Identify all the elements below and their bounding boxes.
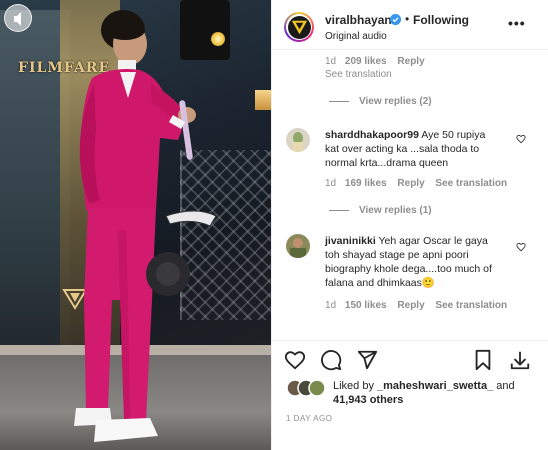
post-sidebar: viralbhayani • Following Original audio … <box>271 0 548 450</box>
comments-list: 1d 209 likes Reply See translation View … <box>272 50 548 340</box>
following-button[interactable]: Following <box>413 13 469 27</box>
avatar-image-icon <box>286 234 310 258</box>
post-video[interactable]: FILMFARE <box>0 0 271 450</box>
liked-by-text: Liked by _maheshwari_swetta_ and 41,943 … <box>333 379 533 407</box>
comment-icon[interactable] <box>320 349 342 371</box>
see-translation-link[interactable]: See translation <box>435 178 507 189</box>
see-translation-link[interactable]: See translation <box>435 300 507 311</box>
avatar-image-icon <box>286 128 310 152</box>
see-translation-link[interactable]: See translation <box>325 69 392 80</box>
post-actions: Liked by _maheshwari_swetta_ and 41,943 … <box>272 340 548 450</box>
liked-by-user[interactable]: _maheshwari_swetta_ <box>377 380 493 392</box>
person-in-pink-suit <box>74 10 217 442</box>
view-replies-label: View replies (2) <box>359 96 432 107</box>
send-icon[interactable] <box>356 349 378 371</box>
reply-button[interactable]: Reply <box>397 178 424 189</box>
like-comment-heart-icon[interactable] <box>516 242 526 252</box>
audio-toggle-button[interactable] <box>4 4 32 32</box>
reply-button[interactable]: Reply <box>397 300 424 311</box>
liked-by-and: and <box>493 380 515 392</box>
view-replies-button[interactable]: View replies (1) <box>329 205 432 216</box>
commenter-username[interactable]: sharddhakapoor99 <box>325 129 419 141</box>
author-avatar[interactable] <box>284 12 314 42</box>
liked-by-others[interactable]: 41,943 others <box>333 394 403 406</box>
verified-badge-icon <box>390 14 401 25</box>
heart-icon[interactable] <box>284 349 306 371</box>
replies-line <box>329 100 349 102</box>
comment-body: jivaninikki Yeh agar Oscar le gaya toh s… <box>325 234 500 290</box>
liked-by-avatars[interactable] <box>286 379 330 397</box>
commenter-avatar[interactable] <box>286 234 310 258</box>
bookmark-icon[interactable] <box>472 349 494 371</box>
view-replies-button[interactable]: View replies (2) <box>329 96 432 107</box>
audio-link[interactable]: Original audio <box>325 31 387 42</box>
header-separator: • <box>405 12 410 26</box>
commenter-avatar[interactable] <box>286 128 310 152</box>
reply-button[interactable]: Reply <box>397 56 424 67</box>
more-options-icon[interactable]: ••• <box>508 15 526 31</box>
comment-meta: 1d 209 likes Reply <box>325 56 425 67</box>
post-header: viralbhayani • Following Original audio … <box>272 0 548 50</box>
comment-likes[interactable]: 169 likes <box>345 178 387 189</box>
liked-by-prefix: Liked by <box>333 380 378 392</box>
comment-time: 1d <box>325 178 337 189</box>
download-icon[interactable] <box>509 349 531 371</box>
view-replies-label: View replies (1) <box>359 205 432 216</box>
post-timestamp[interactable]: 1 DAY AGO <box>286 414 332 423</box>
viral-logo-icon <box>291 20 307 34</box>
comment-meta: 1d 150 likes Reply See translation <box>325 300 507 311</box>
comment-likes[interactable]: 150 likes <box>345 300 387 311</box>
comment-body: sharddhakapoor99 Aye 50 rupiya kat over … <box>325 128 500 170</box>
replies-line <box>329 209 349 211</box>
comment-meta: 1d 169 likes Reply See translation <box>325 178 507 189</box>
commenter-username[interactable]: jivaninikki <box>325 235 376 247</box>
author-username[interactable]: viralbhayani <box>325 13 395 27</box>
comment-time: 1d <box>325 300 337 311</box>
comment-time: 1d <box>325 56 337 67</box>
speaker-icon <box>14 12 21 26</box>
comment-likes[interactable]: 209 likes <box>345 56 387 67</box>
like-comment-heart-icon[interactable] <box>516 134 526 144</box>
